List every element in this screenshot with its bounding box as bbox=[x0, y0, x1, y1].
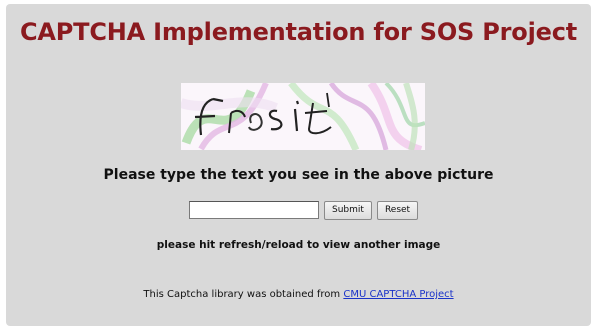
credit-line: This Captcha library was obtained from C… bbox=[6, 289, 591, 300]
captcha-answer-input[interactable] bbox=[189, 201, 319, 219]
refresh-hint: please hit refresh/reload to view anothe… bbox=[156, 239, 441, 251]
captcha-image bbox=[181, 83, 425, 150]
page-frame: CAPTCHA Implementation for SOS Project P… bbox=[6, 4, 591, 326]
page-title: CAPTCHA Implementation for SOS Project bbox=[19, 18, 578, 46]
captcha-form: Submit Reset bbox=[189, 200, 419, 220]
credit-prefix: This Captcha library was obtained from bbox=[143, 289, 341, 300]
instruction-text: Please type the text you see in the abov… bbox=[103, 167, 494, 183]
captcha-distorted-graphic bbox=[181, 83, 425, 150]
reset-button[interactable]: Reset bbox=[376, 200, 419, 220]
submit-button[interactable]: Submit bbox=[324, 200, 372, 220]
cmu-captcha-project-link[interactable]: CMU CAPTCHA Project bbox=[343, 289, 453, 300]
